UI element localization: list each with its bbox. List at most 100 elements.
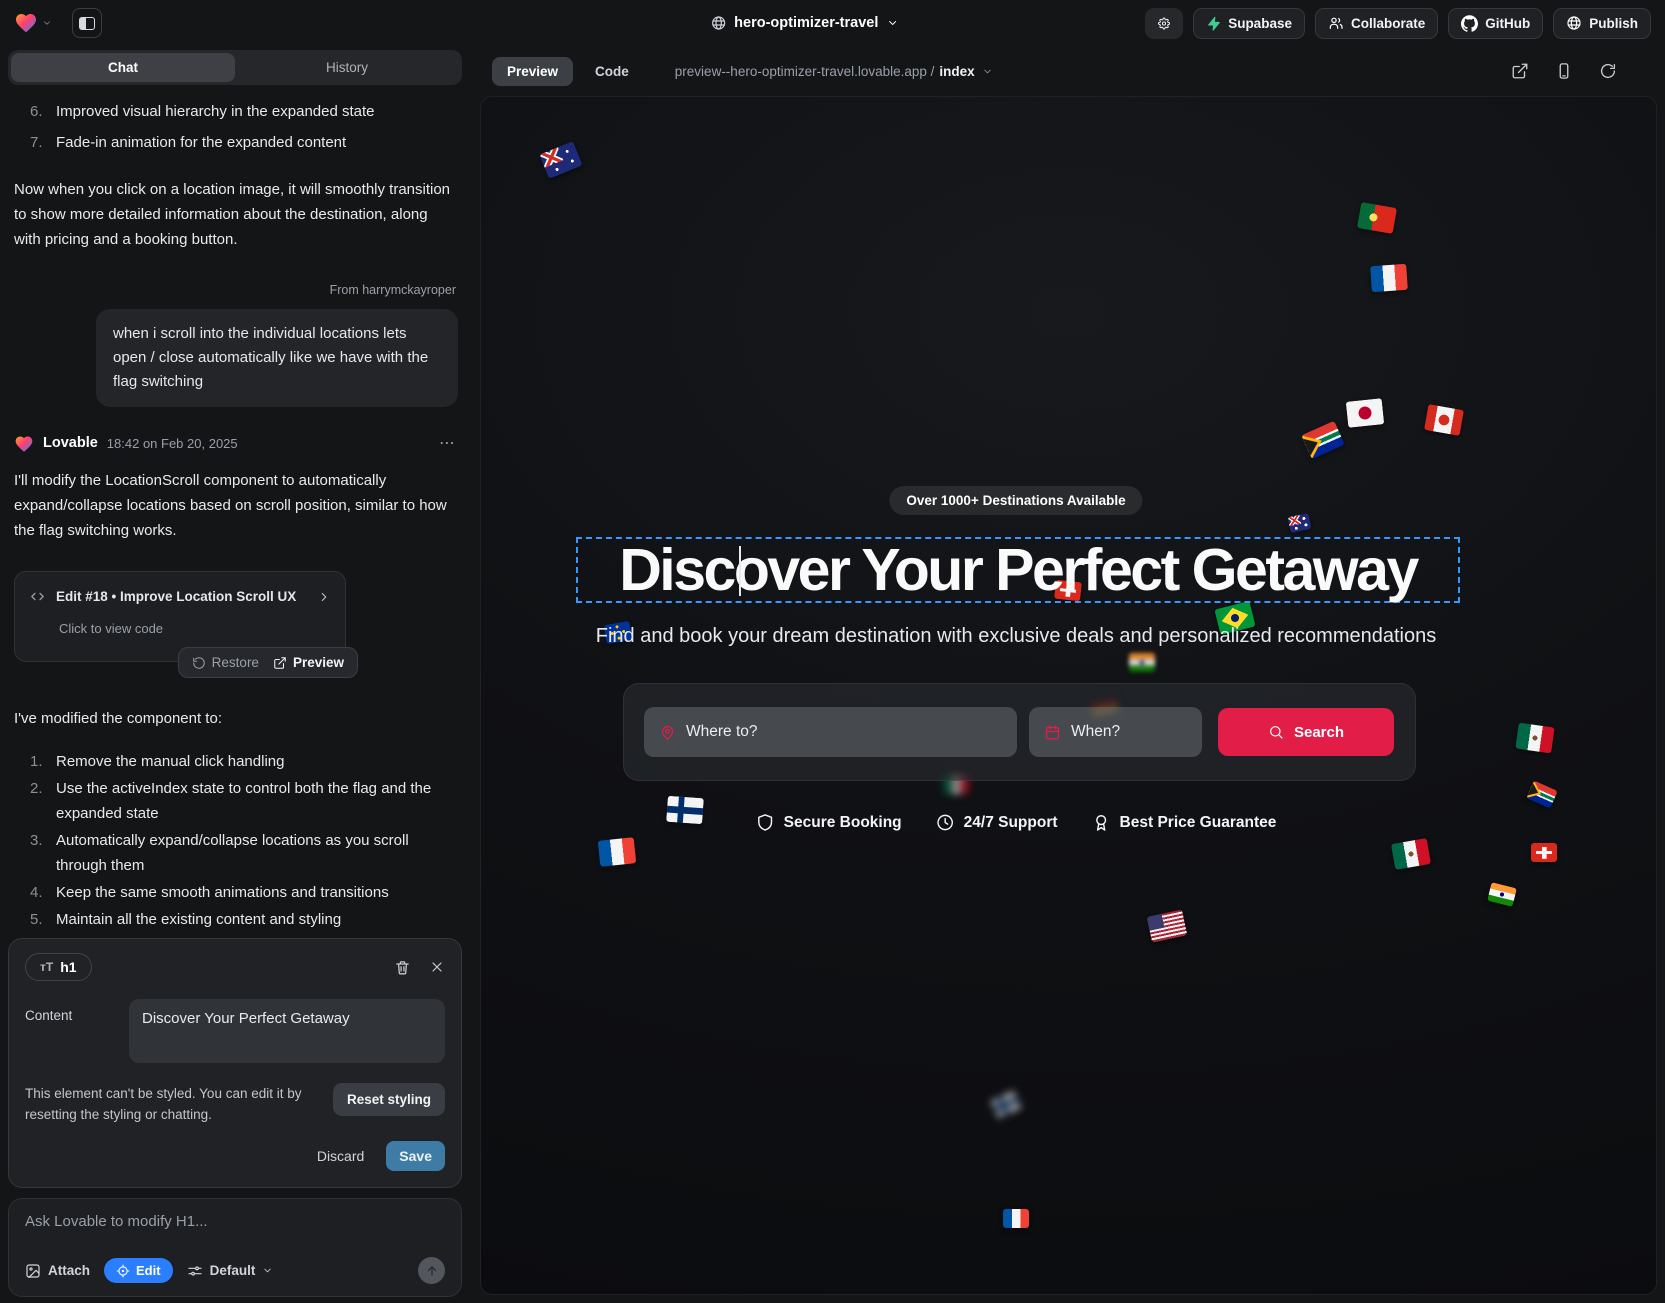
edit-mode-button[interactable]: Edit <box>104 1258 173 1283</box>
github-icon <box>1461 15 1478 32</box>
attach-button[interactable]: Attach <box>25 1263 90 1279</box>
lovable-heart-icon <box>14 434 34 454</box>
search-card: Where to? When? Search <box>623 683 1416 781</box>
flag-ch-icon <box>1531 843 1557 862</box>
assistant-timestamp: 18:42 on Feb 20, 2025 <box>107 431 238 456</box>
delete-element-button[interactable] <box>394 959 411 976</box>
feature-best-price: Best Price Guarantee <box>1092 813 1277 832</box>
trash-icon <box>394 959 411 976</box>
feature-secure-booking: Secure Booking <box>756 813 902 832</box>
close-panel-button[interactable] <box>429 959 445 975</box>
flag-ca-icon <box>1424 404 1464 436</box>
list-item: 6.Improved visual hierarchy in the expan… <box>30 99 458 124</box>
tab-preview[interactable]: Preview <box>492 57 573 86</box>
assistant-paragraph: Now when you click on a location image, … <box>14 177 456 252</box>
flag-pt-icon <box>1357 202 1397 234</box>
assistant-message-header: Lovable 18:42 on Feb 20, 2025 ⋯ <box>14 431 456 456</box>
flag-us-icon <box>1147 910 1188 943</box>
publish-button[interactable]: Publish <box>1553 8 1651 39</box>
chevron-down-icon <box>886 17 898 29</box>
restore-icon <box>192 656 206 670</box>
edit-card-subtitle: Click to view code <box>59 616 331 641</box>
flag-au-icon <box>539 141 582 179</box>
step-item: 1.Remove the manual click handling <box>30 749 458 774</box>
element-editor-panel: тT h1 Content Discover Your Perfect Geta… <box>8 938 462 1188</box>
project-selector[interactable]: hero-optimizer-travel <box>710 15 898 31</box>
flag-za-icon <box>1301 421 1344 459</box>
assistant-list-continued: 6.Improved visual hierarchy in the expan… <box>12 99 458 155</box>
discard-button[interactable]: Discard <box>317 1148 364 1164</box>
preview-panel: Preview Code preview--hero-optimizer-tra… <box>470 46 1665 1303</box>
flag-mx-icon <box>1391 838 1431 870</box>
lovable-logo-menu[interactable] <box>14 11 52 35</box>
content-textarea[interactable]: Discover Your Perfect Getaway <box>129 999 445 1063</box>
flag-fr-icon <box>1003 1209 1029 1228</box>
flag-au-icon <box>1288 513 1312 533</box>
composer-card: Ask Lovable to modify H1... Attach Edit … <box>8 1198 462 1297</box>
settings-button[interactable] <box>1145 8 1183 39</box>
chat-input[interactable]: Ask Lovable to modify H1... <box>25 1213 445 1243</box>
external-link-icon <box>273 656 287 670</box>
mode-selector[interactable]: Default <box>187 1263 274 1279</box>
restore-button[interactable]: Restore <box>192 650 259 675</box>
step-item: 2.Use the activeIndex state to control b… <box>30 776 458 826</box>
chevron-down-icon <box>42 18 52 28</box>
feature-support: 24/7 Support <box>936 813 1058 832</box>
element-tag-label: h1 <box>60 959 76 975</box>
save-button[interactable]: Save <box>386 1141 445 1171</box>
supabase-button[interactable]: Supabase <box>1193 8 1305 39</box>
globe-icon <box>1566 15 1582 31</box>
step-item: 4.Keep the same smooth animations and tr… <box>30 880 458 905</box>
github-button[interactable]: GitHub <box>1448 8 1543 39</box>
flag-fr-icon <box>598 837 637 867</box>
styling-note: This element can't be styled. You can ed… <box>25 1083 325 1125</box>
heading-selection-outline[interactable]: Discover Your Perfect Getaway <box>576 537 1460 603</box>
clock-icon <box>936 813 955 832</box>
sliders-icon <box>187 1263 203 1279</box>
chevron-down-icon <box>262 1265 273 1276</box>
when-input[interactable]: When? <box>1029 707 1202 757</box>
hero-subtitle: Find and book your dream destination wit… <box>576 625 1456 648</box>
refresh-icon[interactable] <box>1599 62 1617 80</box>
flag-fi-icon <box>990 1091 1021 1119</box>
open-in-new-icon[interactable] <box>1511 62 1529 80</box>
flag-za-icon <box>1526 781 1557 809</box>
reset-styling-button[interactable]: Reset styling <box>333 1083 445 1116</box>
element-tag-badge[interactable]: тT h1 <box>25 953 92 981</box>
collaborate-button[interactable]: Collaborate <box>1315 8 1438 39</box>
flag-in-icon <box>1129 653 1155 672</box>
chat-panel: Chat History 6.Improved visual hierarchy… <box>0 46 470 1303</box>
send-button[interactable] <box>418 1257 445 1284</box>
message-menu-button[interactable]: ⋯ <box>439 431 456 456</box>
restore-preview-pill: Restore Preview <box>178 647 358 678</box>
flag-fi-icon <box>666 796 704 824</box>
chat-scroll-area[interactable]: 6.Improved visual hierarchy in the expan… <box>8 85 462 928</box>
chat-history-tabs: Chat History <box>8 50 462 85</box>
smartphone-icon[interactable] <box>1555 62 1573 80</box>
preview-viewport[interactable]: Over 1000+ Destinations Available Discov… <box>480 96 1657 1295</box>
tab-chat[interactable]: Chat <box>11 53 235 82</box>
sidebar-toggle-button[interactable] <box>72 8 102 38</box>
tab-history[interactable]: History <box>235 53 459 82</box>
step-item: 3.Automatically expand/collapse location… <box>30 828 458 878</box>
tab-code[interactable]: Code <box>595 64 629 79</box>
search-icon <box>1268 724 1284 740</box>
search-button[interactable]: Search <box>1218 708 1394 756</box>
assistant-name: Lovable <box>43 431 98 456</box>
close-icon <box>429 959 445 975</box>
step-item: 5.Maintain all the existing content and … <box>30 907 458 928</box>
chevron-right-icon <box>317 590 331 604</box>
preview-page-name: index <box>939 64 974 79</box>
arrow-up-icon <box>425 1264 439 1278</box>
calendar-icon <box>1044 724 1061 741</box>
gear-icon <box>1158 15 1170 32</box>
assistant-steps: 1.Remove the manual click handling2.Use … <box>12 749 458 928</box>
preview-button[interactable]: Preview <box>273 650 344 675</box>
preview-url[interactable]: preview--hero-optimizer-travel.lovable.a… <box>675 64 993 79</box>
top-bar: hero-optimizer-travel Supabase Collabora… <box>0 0 1665 46</box>
preview-toolbar: Preview Code preview--hero-optimizer-tra… <box>470 46 1665 96</box>
supabase-icon <box>1206 16 1221 31</box>
where-to-input[interactable]: Where to? <box>644 707 1017 757</box>
panel-left-icon <box>79 17 95 30</box>
flag-in-icon <box>1487 882 1517 907</box>
